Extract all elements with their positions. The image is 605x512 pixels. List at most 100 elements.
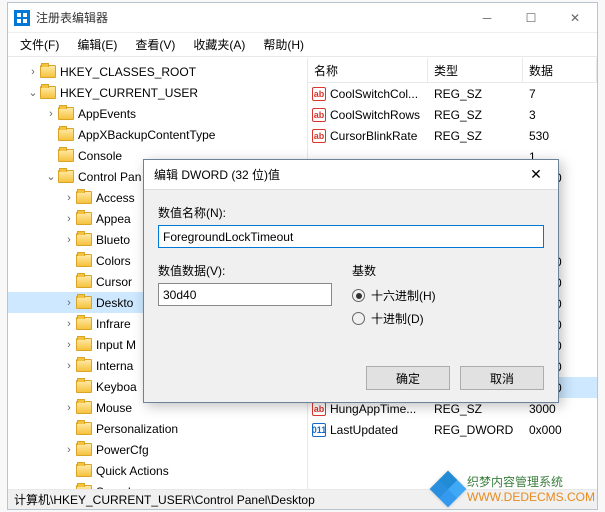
menu-view[interactable]: 查看(V) [127, 33, 183, 56]
radix-hex-option[interactable]: 十六进制(H) [352, 287, 436, 304]
cancel-button[interactable]: 取消 [460, 366, 544, 390]
radio-icon [352, 289, 365, 302]
tree-label: AppEvents [78, 107, 136, 121]
tree-label: PowerCfg [96, 443, 149, 457]
expand-icon[interactable]: › [44, 108, 58, 120]
dialog-close-button[interactable]: ✕ [514, 166, 558, 183]
menu-favorites[interactable]: 收藏夹(A) [185, 33, 253, 56]
tree-item[interactable]: Quick Actions [8, 460, 307, 481]
folder-icon [40, 65, 56, 78]
expand-icon[interactable]: › [62, 360, 76, 372]
tree-item[interactable]: › AppEvents [8, 103, 307, 124]
value-name: CursorBlinkRate [330, 129, 417, 143]
tree-label: Infrare [96, 317, 131, 331]
list-row[interactable]: abCoolSwitchCol...REG_SZ7 [308, 83, 597, 104]
tree-label: Control Pan [78, 170, 141, 184]
tree-label: HKEY_CLASSES_ROOT [60, 65, 196, 79]
edit-dword-dialog: 编辑 DWORD (32 位)值 ✕ 数值名称(N): 数值数据(V): 基数 … [143, 159, 559, 403]
window-title: 注册表编辑器 [36, 9, 465, 26]
col-type[interactable]: 类型 [428, 58, 523, 82]
folder-icon [76, 464, 92, 477]
folder-icon [76, 191, 92, 204]
maximize-button[interactable]: ☐ [509, 3, 553, 32]
expand-icon[interactable]: › [62, 297, 76, 309]
value-name: LastUpdated [330, 423, 398, 437]
tree-label: Keyboa [96, 380, 137, 394]
tree-item[interactable]: Sound [8, 481, 307, 489]
menu-edit[interactable]: 编辑(E) [69, 33, 125, 56]
folder-icon [40, 86, 56, 99]
col-data[interactable]: 数据 [523, 58, 597, 82]
value-type-icon: ab [312, 108, 326, 122]
menubar: 文件(F) 编辑(E) 查看(V) 收藏夹(A) 帮助(H) [8, 33, 597, 57]
folder-icon [76, 359, 92, 372]
dialog-titlebar: 编辑 DWORD (32 位)值 ✕ [144, 160, 558, 190]
minimize-button[interactable]: ─ [465, 3, 509, 32]
folder-icon [76, 380, 92, 393]
tree-label: Access [96, 191, 135, 205]
value-data: 7 [523, 87, 597, 101]
tree-label: Cursor [96, 275, 132, 289]
tree-label: Console [78, 149, 122, 163]
tree-label: Mouse [96, 401, 132, 415]
expand-icon[interactable]: › [62, 213, 76, 225]
folder-icon [76, 317, 92, 330]
radix-dec-option[interactable]: 十进制(D) [352, 310, 436, 327]
list-row[interactable]: ab CursorBlinkRate REG_SZ530 [308, 125, 597, 146]
value-type-icon: ab [312, 402, 326, 416]
folder-icon [76, 338, 92, 351]
value-type: REG_SZ [428, 129, 523, 143]
value-type: REG_DWORD [428, 423, 523, 437]
folder-icon [76, 212, 92, 225]
value-name: CoolSwitchRows [330, 108, 420, 122]
expand-icon[interactable]: ⌄ [26, 86, 40, 99]
close-button[interactable]: ✕ [553, 3, 597, 32]
expand-icon[interactable]: › [62, 402, 76, 414]
folder-icon [76, 275, 92, 288]
tree-label: Personalization [96, 422, 178, 436]
tree-item[interactable]: › PowerCfg [8, 439, 307, 460]
dialog-title: 编辑 DWORD (32 位)值 [154, 166, 514, 183]
expand-icon[interactable]: › [62, 234, 76, 246]
expand-icon[interactable]: ⌄ [44, 170, 58, 183]
value-type: REG_SZ [428, 87, 523, 101]
tree-label: Blueto [96, 233, 130, 247]
menu-help[interactable]: 帮助(H) [255, 33, 312, 56]
value-data-input[interactable] [158, 283, 332, 306]
tree-item[interactable]: AppXBackupContentType [8, 124, 307, 145]
expand-icon[interactable]: › [62, 339, 76, 351]
tree-label: HKEY_CURRENT_USER [60, 86, 198, 100]
value-name-label: 数值名称(N): [158, 204, 544, 221]
list-row[interactable]: 011LastUpdatedREG_DWORD0x000 [308, 419, 597, 440]
col-name[interactable]: 名称 [308, 58, 428, 82]
folder-icon [76, 422, 92, 435]
menu-file[interactable]: 文件(F) [12, 33, 67, 56]
expand-icon[interactable]: › [26, 66, 40, 78]
folder-icon [76, 233, 92, 246]
base-label: 基数 [352, 262, 436, 279]
watermark: 织梦内容管理系统 WWW.DEDECMS.COM [435, 473, 595, 504]
value-name-input[interactable] [158, 225, 544, 248]
titlebar: 注册表编辑器 ─ ☐ ✕ [8, 3, 597, 33]
folder-icon [76, 443, 92, 456]
tree-label: Deskto [96, 296, 133, 310]
value-type: REG_SZ [428, 108, 523, 122]
value-data: 530 [523, 129, 597, 143]
radio-icon [352, 312, 365, 325]
list-header: 名称 类型 数据 [308, 58, 597, 83]
tree-item[interactable]: › HKEY_CLASSES_ROOT [8, 61, 307, 82]
expand-icon[interactable]: › [62, 192, 76, 204]
folder-icon [58, 149, 74, 162]
folder-icon [58, 128, 74, 141]
tree-item[interactable]: ⌄ HKEY_CURRENT_USER [8, 82, 307, 103]
expand-icon[interactable]: › [62, 318, 76, 330]
folder-icon [58, 107, 74, 120]
value-type-icon: ab [312, 87, 326, 101]
folder-icon [58, 170, 74, 183]
value-data: 3000 [523, 402, 597, 416]
list-row[interactable]: abCoolSwitchRowsREG_SZ3 [308, 104, 597, 125]
ok-button[interactable]: 确定 [366, 366, 450, 390]
expand-icon[interactable]: › [62, 444, 76, 456]
tree-item[interactable]: Personalization [8, 418, 307, 439]
value-type-icon: ab [312, 129, 326, 143]
